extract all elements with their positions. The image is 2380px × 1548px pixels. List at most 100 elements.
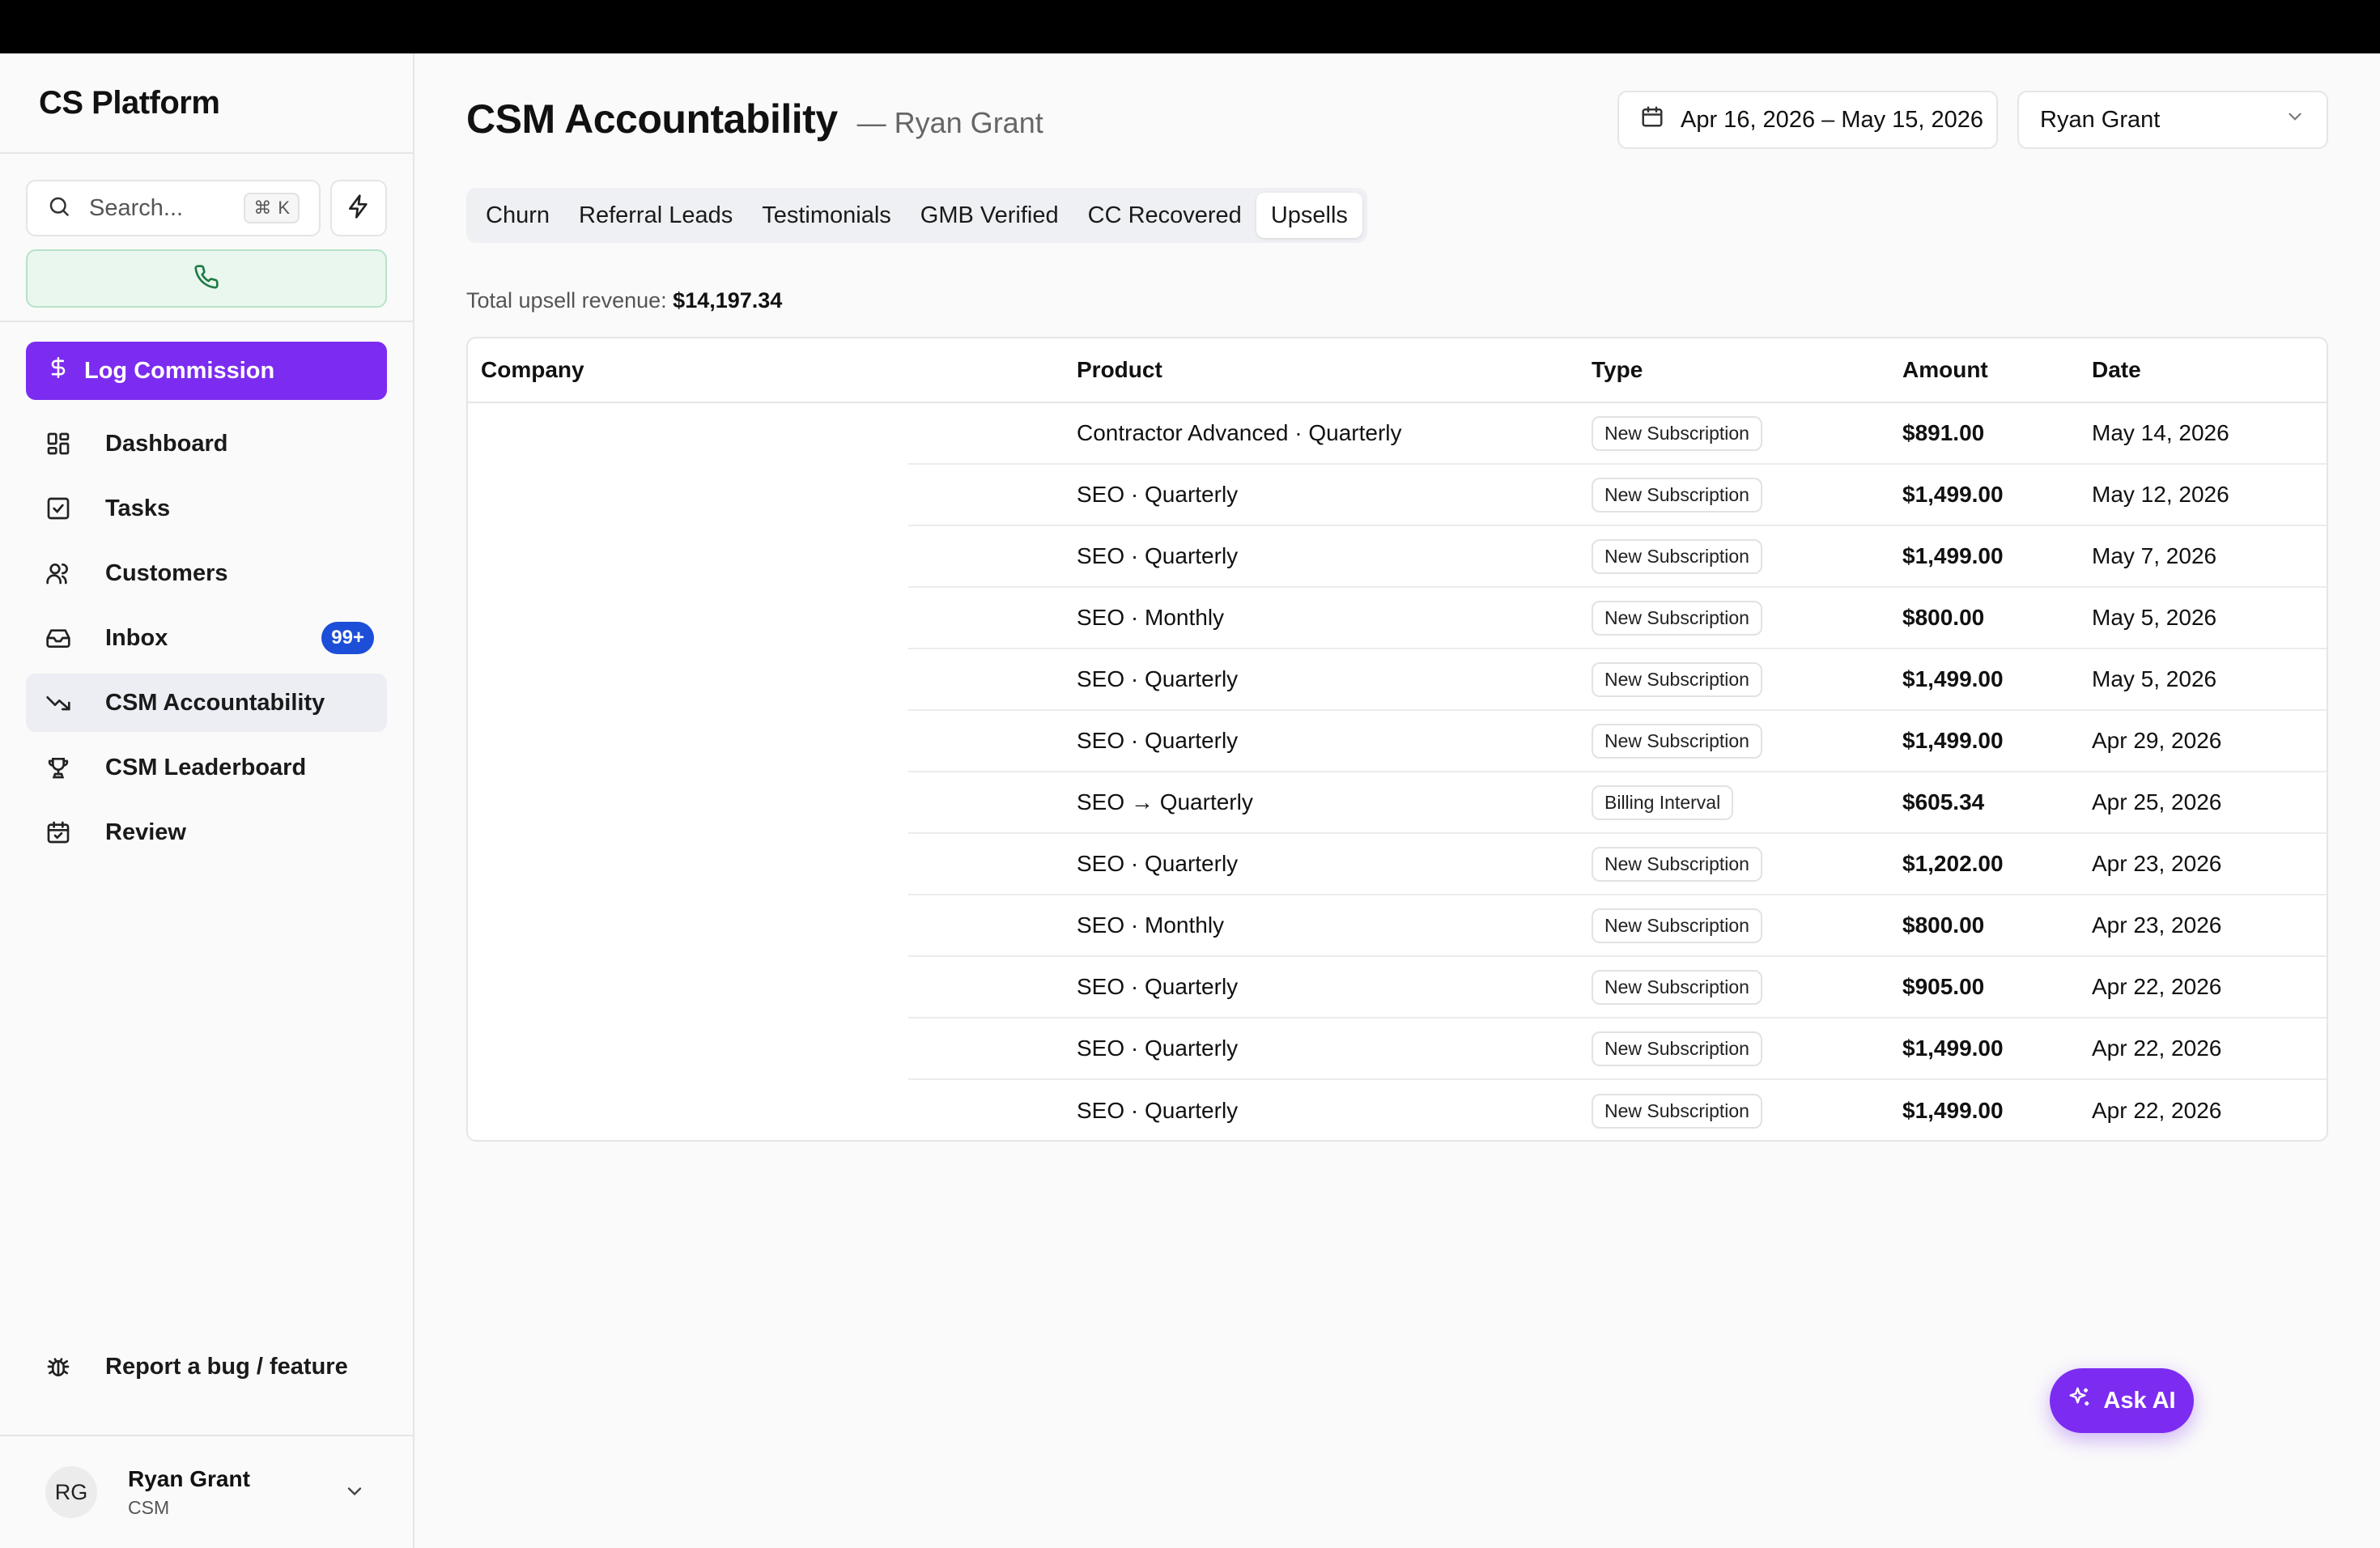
report-label: Report a bug / feature: [105, 1353, 348, 1380]
sparkles-icon: [2068, 1385, 2092, 1416]
sidebar-item-inbox[interactable]: Inbox 99+: [26, 609, 387, 667]
type-cell: New Subscription: [1592, 908, 1902, 943]
date-cell: Apr 22, 2026: [2092, 1036, 2222, 1061]
sidebar-item-csm-leaderboard[interactable]: CSM Leaderboard: [26, 738, 387, 797]
tab-cc-recovered[interactable]: CC Recovered: [1073, 193, 1256, 238]
type-badge: New Subscription: [1592, 538, 1762, 574]
phone-icon: [193, 264, 219, 294]
search-icon: [47, 194, 71, 223]
type-badge: New Subscription: [1592, 415, 1762, 451]
bug-icon: [44, 1352, 73, 1381]
inbox-count-badge: 99+: [321, 622, 374, 654]
sidebar-item-label: Inbox: [105, 624, 168, 651]
date-cell: May 5, 2026: [2092, 605, 2217, 630]
page-subtitle: — Ryan Grant: [856, 106, 1043, 139]
type-cell: New Subscription: [1592, 538, 1902, 574]
tab-upsells[interactable]: Upsells: [1256, 193, 1362, 238]
ask-ai-label: Ask AI: [2103, 1387, 2176, 1414]
grid-icon: [44, 429, 73, 458]
column-header-amount: Amount: [1902, 357, 1988, 382]
column-header-type: Type: [1592, 357, 1643, 382]
type-cell: New Subscription: [1592, 723, 1902, 759]
sidebar-item-label: CSM Accountability: [105, 689, 325, 716]
type-cell: New Subscription: [1592, 415, 1902, 451]
tab-referral-leads[interactable]: Referral Leads: [564, 193, 747, 238]
quick-actions-button[interactable]: [330, 180, 387, 236]
type-badge: New Subscription: [1592, 969, 1762, 1005]
sidebar-item-csm-accountability[interactable]: CSM Accountability: [26, 674, 387, 732]
page-header: CSM Accountability — Ryan Grant: [466, 96, 1043, 142]
sidebar-item-tasks[interactable]: Tasks: [26, 479, 387, 538]
type-cell: New Subscription: [1592, 661, 1902, 697]
csm-select[interactable]: Ryan Grant: [2017, 91, 2328, 149]
column-header-company: Company: [481, 357, 584, 382]
search-input[interactable]: Search... ⌘ K: [26, 180, 321, 236]
window-top-bar: [0, 0, 2380, 53]
amount-cell: $605.34: [1902, 789, 1985, 814]
calendar-check-icon: [44, 818, 73, 847]
product-cell: SEO · Quarterly: [1077, 728, 1239, 753]
sidebar-item-customers[interactable]: Customers: [26, 544, 387, 602]
type-badge: Billing Interval: [1592, 785, 1734, 820]
tab-testimonials[interactable]: Testimonials: [747, 193, 906, 238]
date-cell: May 7, 2026: [2092, 543, 2217, 568]
users-icon: [44, 559, 73, 588]
column-header-product: Product: [1077, 357, 1162, 382]
date-range-picker[interactable]: Apr 16, 2026 – May 15, 2026: [1617, 91, 1998, 149]
product-cell: SEO · Quarterly: [1077, 974, 1239, 999]
report-bug-link[interactable]: Report a bug / feature: [26, 1337, 348, 1396]
type-badge: New Subscription: [1592, 1031, 1762, 1066]
type-cell: New Subscription: [1592, 1093, 1902, 1129]
sidebar-item-review[interactable]: Review: [26, 803, 387, 861]
search-row: Search... ⌘ K: [0, 154, 413, 236]
calendar-icon: [1640, 104, 1664, 135]
sidebar-nav: Dashboard Tasks Customers Inbox 99+ CSM …: [0, 415, 413, 861]
date-cell: Apr 22, 2026: [2092, 974, 2222, 999]
product-cell: SEO · Monthly: [1077, 605, 1225, 630]
tab-churn[interactable]: Churn: [471, 193, 564, 238]
table-header: Company Product Type Amount Date: [468, 338, 2327, 403]
amount-cell: $800.00: [1902, 912, 1985, 938]
date-cell: May 12, 2026: [2092, 482, 2229, 507]
sidebar-item-dashboard[interactable]: Dashboard: [26, 415, 387, 473]
log-commission-button[interactable]: Log Commission: [26, 342, 387, 400]
date-cell: Apr 29, 2026: [2092, 728, 2222, 753]
call-button[interactable]: [26, 249, 387, 308]
search-placeholder: Search...: [89, 194, 184, 221]
page-title: CSM Accountability: [466, 96, 838, 142]
tab-gmb-verified[interactable]: GMB Verified: [906, 193, 1073, 238]
type-badge: New Subscription: [1592, 661, 1762, 697]
sidebar-item-label: Tasks: [105, 495, 171, 521]
amount-cell: $1,499.00: [1902, 1098, 2004, 1123]
user-info: Ryan Grant CSM: [128, 1466, 250, 1519]
trophy-icon: [44, 753, 73, 782]
sidebar-item-label: Review: [105, 819, 186, 845]
amount-cell: $1,499.00: [1902, 543, 2004, 568]
user-menu[interactable]: RG Ryan Grant CSM: [0, 1435, 413, 1548]
brand-title: CS Platform: [0, 53, 413, 154]
product-cell: SEO · Quarterly: [1077, 666, 1239, 691]
product-cell: Contractor Advanced · Quarterly: [1077, 420, 1402, 445]
type-cell: Billing Interval: [1592, 785, 1902, 820]
amount-cell: $1,499.00: [1902, 666, 2004, 691]
amount-cell: $1,499.00: [1902, 1036, 2004, 1061]
date-range-value: Apr 16, 2026 – May 15, 2026: [1681, 106, 1984, 133]
upsells-table: Company Product Type Amount Date Contrac…: [466, 337, 2328, 1142]
amount-cell: $891.00: [1902, 420, 1985, 445]
product-cell: SEO · Quarterly: [1077, 1098, 1239, 1123]
user-role: CSM: [128, 1496, 170, 1518]
product-cell: SEO · Quarterly: [1077, 1036, 1239, 1061]
amount-cell: $905.00: [1902, 974, 1985, 999]
upsell-total-value: $14,197.34: [673, 288, 783, 313]
ask-ai-button[interactable]: Ask AI: [2050, 1368, 2194, 1433]
log-commission-label: Log Commission: [84, 357, 275, 384]
type-badge: New Subscription: [1592, 600, 1762, 636]
date-cell: May 5, 2026: [2092, 666, 2217, 691]
type-cell: New Subscription: [1592, 1031, 1902, 1066]
avatar: RG: [45, 1466, 97, 1518]
main-content: CSM Accountability — Ryan Grant Apr 16, …: [414, 53, 2380, 1548]
trending-down-icon: [44, 688, 73, 717]
date-cell: Apr 22, 2026: [2092, 1098, 2222, 1123]
upsell-total-label: Total upsell revenue:: [466, 288, 667, 313]
date-cell: Apr 23, 2026: [2092, 912, 2222, 938]
